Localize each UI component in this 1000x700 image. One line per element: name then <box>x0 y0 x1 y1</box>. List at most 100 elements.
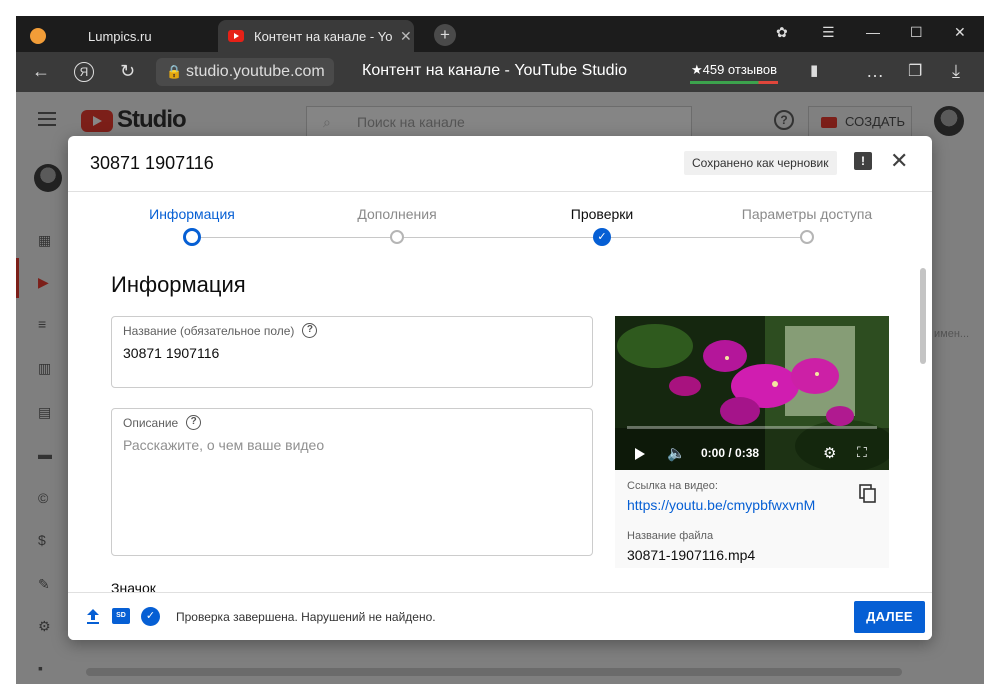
dialog-scrollbar[interactable] <box>920 268 926 364</box>
tab-close-icon[interactable]: ✕ <box>400 28 412 45</box>
tab-label: Lumpics.ru <box>88 28 152 44</box>
next-button[interactable]: ДАЛЕЕ <box>854 601 925 633</box>
video-settings-gear-icon[interactable]: ⚙ <box>823 444 836 462</box>
dialog-footer: SD ✓ Проверка завершена. Нарушений не на… <box>68 592 932 640</box>
camera-icon <box>821 117 837 128</box>
subtitles-icon[interactable]: ▬ <box>38 446 56 462</box>
studio-logo-text: Studio <box>117 106 187 133</box>
browser-menu-icon[interactable]: ☰ <box>822 24 835 41</box>
description-field[interactable]: Описание ? Расскажите, о чем ваше видео <box>111 408 593 556</box>
account-avatar[interactable] <box>934 106 964 136</box>
settings-gear-icon[interactable]: ⚙ <box>38 618 56 634</box>
window-close-icon[interactable]: ✕ <box>954 24 966 41</box>
description-label-text: Описание <box>123 415 179 430</box>
analytics-icon[interactable]: ▥ <box>38 360 56 376</box>
step-details[interactable]: Информация <box>107 206 277 222</box>
yandex-icon[interactable]: Я <box>74 62 94 82</box>
help-question-icon[interactable]: ? <box>186 415 202 430</box>
checks-passed-icon[interactable]: ✓ <box>141 607 160 626</box>
upload-icon[interactable] <box>84 607 102 625</box>
step-visibility-dot <box>800 230 814 244</box>
channel-avatar[interactable] <box>34 164 62 192</box>
step-details-dot <box>183 228 201 246</box>
feedback-icon[interactable]: ! <box>854 152 872 170</box>
tab-youtube-studio[interactable]: Контент на канале - Yo ✕ <box>218 20 414 52</box>
extension-icon[interactable]: ✿ <box>776 24 788 41</box>
reload-icon[interactable]: ↻ <box>120 61 135 82</box>
description-field-label: Описание ? <box>123 415 202 430</box>
title-label-text: Название (обязательное поле) <box>123 323 295 338</box>
collections-icon[interactable]: ❐ <box>908 61 922 81</box>
copyright-icon[interactable]: © <box>38 490 56 506</box>
more-icon[interactable]: … <box>866 61 884 82</box>
filename-value: 30871-1907116.mp4 <box>627 547 756 563</box>
video-player[interactable]: 🔈 0:00 / 0:38 ⚙ ⛶ <box>615 316 889 470</box>
back-arrow-icon[interactable]: ← <box>32 61 50 82</box>
monetization-icon[interactable]: $ <box>38 532 56 548</box>
create-button[interactable]: СОЗДАТЬ <box>808 106 912 138</box>
youtube-logo-icon[interactable] <box>81 110 113 132</box>
close-dialog-icon[interactable]: ✕ <box>890 148 908 174</box>
title-field[interactable]: Название (обязательное поле) ? 30871 190… <box>111 316 593 388</box>
customization-icon[interactable]: ✎ <box>38 576 56 592</box>
video-details-dialog: 30871 1907116 Сохранено как черновик ! ✕… <box>68 136 932 640</box>
sd-quality-icon[interactable]: SD <box>112 608 130 624</box>
reviews-text: ★459 отзывов <box>690 62 778 77</box>
url-field[interactable]: 🔒 studio.youtube.com <box>156 58 334 86</box>
description-placeholder: Расскажите, о чем ваше видео <box>123 437 325 453</box>
maximize-icon[interactable]: ☐ <box>910 24 923 41</box>
video-progress-bar[interactable] <box>627 426 877 429</box>
rating-bar <box>690 81 778 84</box>
video-link-label: Ссылка на видео: <box>627 480 718 492</box>
url-text: studio.youtube.com <box>186 63 325 80</box>
new-tab-button[interactable]: + <box>434 24 456 46</box>
step-elements[interactable]: Дополнения <box>312 206 482 222</box>
horizontal-scrollbar[interactable] <box>86 668 902 676</box>
content-icon[interactable]: ▶ <box>38 274 56 290</box>
background-column-text: имен... <box>934 328 970 340</box>
tab-lumpics[interactable]: Lumpics.ru <box>24 20 214 52</box>
hamburger-menu-icon[interactable] <box>38 112 56 126</box>
video-time: 0:00 / 0:38 <box>701 446 760 460</box>
feedback-icon[interactable]: ▪ <box>38 660 56 676</box>
tab-strip: Lumpics.ru Контент на канале - Yo ✕ + ✿ … <box>16 16 984 52</box>
title-value: 30871 1907116 <box>123 345 220 361</box>
reviews-badge[interactable]: ★459 отзывов <box>688 58 780 86</box>
help-question-icon[interactable]: ? <box>302 323 318 338</box>
dialog-title: 30871 1907116 <box>90 153 214 173</box>
address-bar: ← Я ↻ 🔒 studio.youtube.com Контент на ка… <box>16 52 984 92</box>
studio-sidebar: ▦ ▶ ≡ ▥ ▤ ▬ © $ ✎ ⚙ ▪ <box>16 150 66 684</box>
search-placeholder: Поиск на канале <box>357 114 465 130</box>
filename-label: Название файла <box>627 530 714 542</box>
stepper-line <box>192 237 808 238</box>
playlists-icon[interactable]: ≡ <box>38 316 56 332</box>
draft-status-badge: Сохранено как черновик <box>684 151 837 175</box>
bookmark-icon[interactable]: ▮ <box>810 61 818 79</box>
tab-label: Контент на канале - Yo <box>254 28 393 44</box>
lumpics-favicon-icon <box>30 28 46 44</box>
dialog-header: 30871 1907116 Сохранено как черновик ! ✕ <box>68 136 932 192</box>
channel-search-input[interactable]: ⌕ Поиск на канале <box>306 106 692 138</box>
step-checks[interactable]: Проверки <box>517 206 687 222</box>
title-field-label: Название (обязательное поле) ? <box>123 323 318 338</box>
help-icon[interactable]: ? <box>774 110 794 130</box>
video-link[interactable]: https://youtu.be/cmypbfwxvnM <box>627 497 815 513</box>
upload-stepper: Информация Дополнения Проверки Параметры… <box>68 192 932 248</box>
downloads-icon[interactable]: ⤓ <box>952 61 960 82</box>
fullscreen-icon[interactable]: ⛶ <box>857 444 867 461</box>
browser-window: Lumpics.ru Контент на канале - Yo ✕ + ✿ … <box>16 16 984 684</box>
step-visibility[interactable]: Параметры доступа <box>722 206 892 222</box>
section-title: Информация <box>111 272 246 297</box>
lock-icon: 🔒 <box>166 64 183 79</box>
volume-icon[interactable]: 🔈 <box>667 444 686 462</box>
comments-icon[interactable]: ▤ <box>38 404 56 420</box>
dashboard-icon[interactable]: ▦ <box>38 232 56 248</box>
video-preview-card: 🔈 0:00 / 0:38 ⚙ ⛶ Ссылка на видео: https… <box>615 316 889 568</box>
minimize-icon[interactable]: — <box>866 24 880 40</box>
checks-status-text: Проверка завершена. Нарушений не найдено… <box>176 610 436 624</box>
search-icon: ⌕ <box>323 114 331 130</box>
play-icon[interactable] <box>635 448 645 460</box>
page-title: Контент на канале - YouTube Studio <box>362 62 628 79</box>
copy-icon[interactable] <box>859 484 877 504</box>
active-indicator <box>16 258 19 298</box>
